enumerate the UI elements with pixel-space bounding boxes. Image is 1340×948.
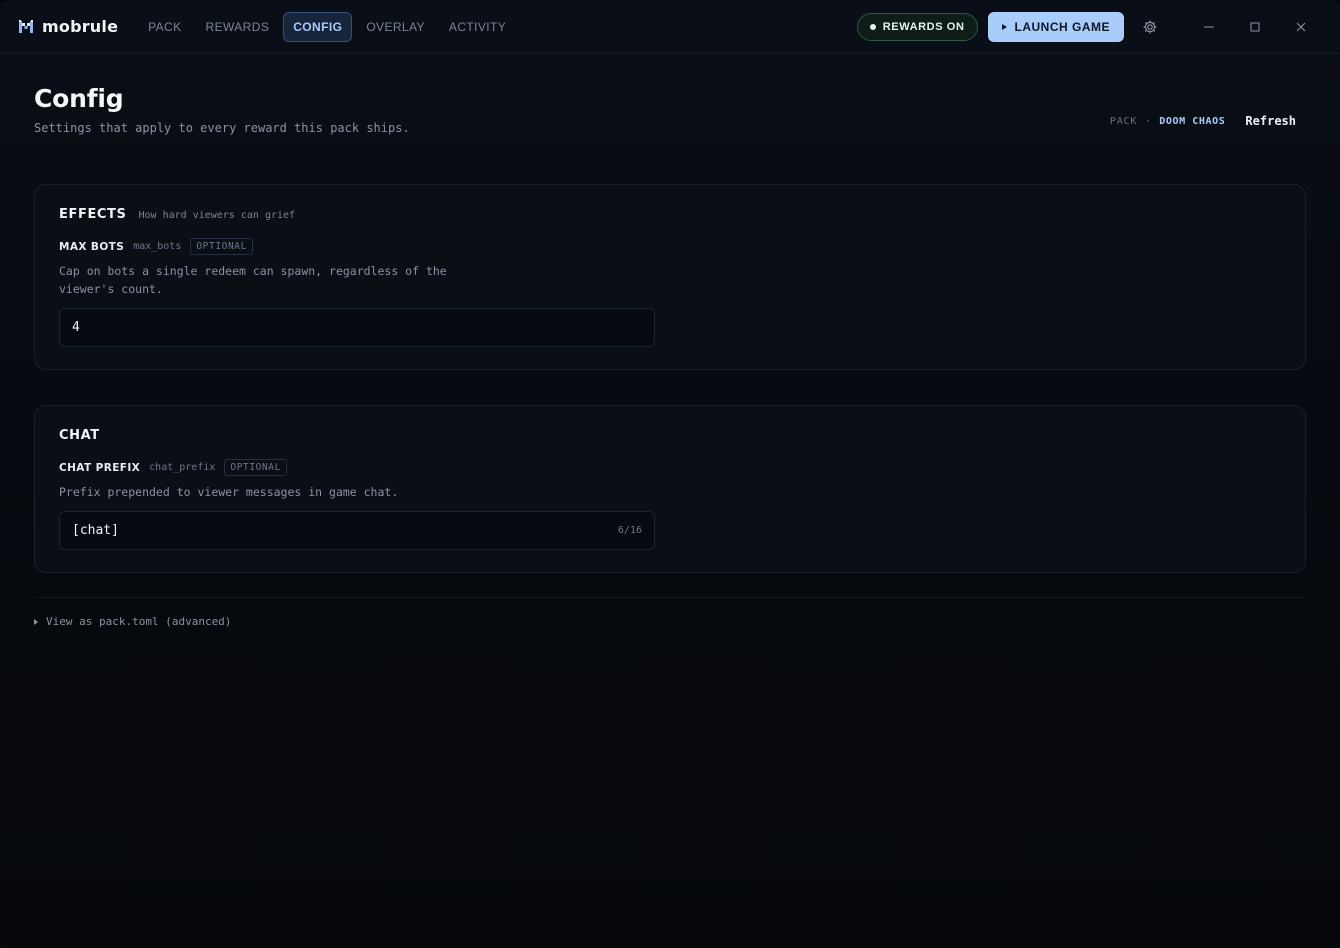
tab-pack[interactable]: PACK — [138, 12, 191, 42]
maximize-icon — [1250, 22, 1260, 31]
field-key: max_bots — [133, 241, 182, 252]
app-name: mobrule — [42, 17, 119, 36]
field-description: Cap on bots a single redeem can spawn, r… — [59, 264, 447, 296]
max-bots-input[interactable]: 4 — [59, 308, 655, 347]
chat-prefix-input[interactable]: [chat] 6/16 — [59, 511, 655, 550]
optional-badge: OPTIONAL — [190, 238, 253, 255]
title-bar: mobrule PACK REWARDS CONFIG OVERLAY ACTI… — [0, 0, 1340, 54]
minimize-button[interactable] — [1186, 12, 1232, 42]
pack-name: DOOM CHAOS — [1159, 115, 1226, 127]
rewards-status-label: REWARDS ON — [882, 20, 965, 33]
tab-rewards[interactable]: REWARDS — [196, 12, 280, 42]
app-window: mobrule PACK REWARDS CONFIG OVERLAY ACTI… — [0, 0, 1340, 948]
field-key: chat_prefix — [149, 462, 216, 473]
optional-badge: OPTIONAL — [224, 459, 287, 476]
input-value: 4 — [72, 320, 80, 335]
gear-icon[interactable] — [1142, 19, 1158, 35]
main-content: Config Settings that apply to every rewa… — [0, 54, 1340, 628]
input-value: [chat] — [72, 523, 119, 538]
mobrule-logo-icon — [19, 19, 33, 33]
field-header: MAX BOTS max_bots OPTIONAL — [59, 238, 1281, 255]
disclosure-triangle-icon — [34, 618, 38, 625]
maximize-button[interactable] — [1232, 12, 1278, 42]
page-header: Config Settings that apply to every rewa… — [34, 84, 1306, 184]
section-header: CHAT — [59, 428, 1281, 443]
pack-separator: · — [1145, 115, 1152, 127]
section-title: CHAT — [59, 428, 100, 443]
main-nav: PACK REWARDS CONFIG OVERLAY ACTIVITY — [138, 11, 516, 42]
window-controls — [1186, 12, 1324, 42]
field-max-bots: MAX BOTS max_bots OPTIONAL Cap on bots a… — [59, 238, 1281, 347]
tab-activity[interactable]: ACTIVITY — [439, 12, 516, 42]
refresh-button[interactable]: Refresh — [1245, 114, 1296, 128]
view-as-toml-label: View as pack.toml (advanced) — [46, 615, 232, 628]
tab-overlay[interactable]: OVERLAY — [356, 12, 435, 42]
launch-game-label: LAUNCH GAME — [1014, 19, 1110, 34]
section-title: EFFECTS — [59, 207, 127, 222]
section-chat: CHAT CHAT PREFIX chat_prefix OPTIONAL Pr… — [34, 405, 1306, 573]
brand: mobrule — [18, 17, 118, 36]
view-as-toml-toggle[interactable]: View as pack.toml (advanced) — [34, 615, 1306, 628]
status-dot-icon — [869, 23, 876, 30]
launch-game-button[interactable]: LAUNCH GAME — [987, 11, 1124, 42]
section-hint: How hard viewers can grief — [138, 210, 296, 221]
play-icon — [1001, 23, 1007, 30]
field-header: CHAT PREFIX chat_prefix OPTIONAL — [59, 459, 1281, 476]
rewards-status-toggle[interactable]: REWARDS ON — [856, 12, 978, 41]
character-counter: 6/16 — [617, 525, 642, 536]
section-effects: EFFECTS How hard viewers can grief MAX B… — [34, 184, 1306, 370]
pack-context: PACK · DOOM CHAOS Refresh — [1110, 114, 1296, 128]
section-header: EFFECTS How hard viewers can grief — [59, 207, 1281, 222]
pack-label: PACK — [1109, 115, 1138, 127]
tab-config[interactable]: CONFIG — [283, 11, 353, 42]
field-label: MAX BOTS — [59, 240, 125, 253]
field-label: CHAT PREFIX — [59, 461, 141, 474]
divider — [34, 597, 1306, 598]
field-chat-prefix: CHAT PREFIX chat_prefix OPTIONAL Prefix … — [59, 459, 1281, 550]
close-button[interactable] — [1278, 12, 1324, 42]
close-icon — [1296, 22, 1306, 31]
minimize-icon — [1204, 26, 1214, 27]
field-description: Prefix prepended to viewer messages in g… — [59, 485, 399, 499]
page-title: Config — [34, 84, 124, 113]
